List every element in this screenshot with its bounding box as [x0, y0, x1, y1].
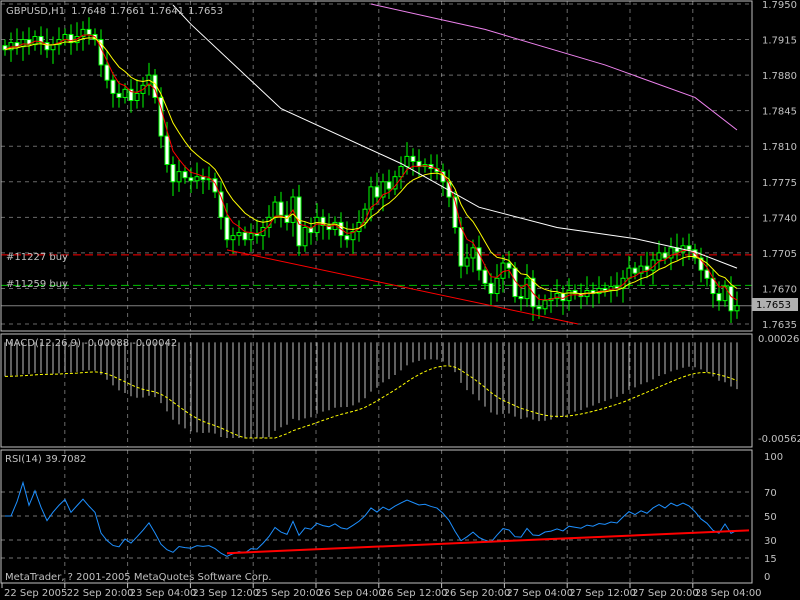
order-label-11227: #11227 buy [6, 252, 68, 263]
candle-bull [272, 201, 278, 218]
candle-bull [470, 247, 476, 259]
candle-bear [716, 293, 722, 302]
candle-bear [344, 235, 350, 241]
y-tick-label: 1.7775 [762, 178, 797, 189]
candle-bear [110, 79, 116, 94]
candle-bear [662, 252, 668, 259]
x-tick-label: 22 Sep 2005 [4, 588, 67, 599]
candle-bear [482, 269, 488, 284]
rsi-tick-label: 50 [764, 512, 777, 523]
candle-bear [182, 171, 188, 179]
candle-bull [32, 36, 38, 46]
candle-bear [632, 267, 638, 274]
candle-bull [656, 252, 662, 261]
macd-label: MACD(12,26,9) -0.00088 -0.00042 [5, 338, 177, 349]
x-tick-label: 26 Sep 12:00 [381, 588, 448, 599]
candle-bull [20, 39, 26, 48]
candle-bear [374, 186, 380, 198]
axes: 22 Sep 2005 22 Sep 20:0023 Sep 04:0023 Se… [0, 0, 797, 599]
y-tick-label: 1.7845 [762, 107, 797, 118]
candle-bear [686, 245, 692, 251]
candle-bear [410, 155, 416, 162]
candle-bull [122, 88, 128, 98]
chart-window[interactable]: 22 Sep 2005 22 Sep 20:0023 Sep 04:0023 Se… [0, 0, 800, 600]
x-tick-label: 27 Sep 20:00 [632, 588, 699, 599]
y-tick-label: 1.7880 [762, 71, 797, 82]
current-price-label: 1.7653 [756, 300, 791, 311]
candle-bull [62, 33, 68, 41]
candle-bear [704, 269, 710, 279]
candle-bull [398, 166, 404, 178]
x-tick-label: 27 Sep 12:00 [569, 588, 636, 599]
candle-bull [500, 262, 506, 279]
candle-bear [86, 28, 92, 35]
rsi-tick-label: 15 [764, 554, 777, 565]
candle-bull [404, 155, 410, 168]
candle-bull [734, 305, 740, 312]
candle-bull [542, 300, 548, 310]
candle-bull [176, 171, 182, 183]
candle-bear [116, 92, 122, 98]
chart-header: GBPUSD,H1 1.7648 1.7661 1.7641 1.7653 [6, 6, 223, 17]
price-panel[interactable] [1, 3, 752, 325]
candle-bear [488, 282, 494, 295]
candle-bear [164, 135, 170, 166]
rsi-label: RSI(14) 39.7082 [5, 454, 86, 465]
y-tick-label: 1.7915 [762, 36, 797, 47]
rsi-tick-label: 70 [764, 488, 777, 499]
x-tick-label: 23 Sep 12:00 [192, 588, 259, 599]
x-tick-label: 26 Sep 04:00 [318, 588, 385, 599]
x-tick-label: 22 Sep 20:00 [67, 588, 134, 599]
rsi-tick-label: 100 [764, 452, 783, 463]
candle-bear [536, 306, 542, 310]
order-label-11259: #11259 buy [6, 279, 68, 290]
candle-bull [134, 92, 140, 102]
candle-bear [104, 64, 110, 81]
y-tick-label: 1.7705 [762, 249, 797, 260]
y-tick-label: 1.7635 [762, 320, 797, 331]
copyright-text: MetaTrader, ? 2001-2005 MetaQuotes Softw… [5, 572, 271, 583]
candle-bull [248, 233, 254, 241]
candle-bull [626, 267, 632, 279]
rsi-line [5, 480, 738, 557]
x-tick-label: 27 Sep 04:00 [506, 588, 573, 599]
candle-bull [494, 277, 500, 295]
candle-bear [242, 232, 248, 241]
macd-max-label: 0.00026 [758, 334, 799, 345]
rsi-panel[interactable] [1, 480, 752, 559]
macd-min-label: -0.00562 [758, 434, 800, 445]
rsi-trendline [226, 529, 750, 555]
candle-bear [386, 181, 392, 190]
x-tick-label: 23 Sep 04:00 [130, 588, 197, 599]
rsi-tick-label: 30 [764, 536, 777, 547]
candle-bull [194, 176, 200, 182]
y-tick-label: 1.7740 [762, 213, 797, 224]
x-tick-label: 28 Sep 04:00 [695, 588, 762, 599]
rsi-tick-label: 0 [764, 572, 770, 583]
x-tick-label: 26 Sep 20:00 [444, 588, 511, 599]
candle-bear [188, 177, 194, 182]
candle-bear [560, 293, 566, 302]
candle-bull [236, 232, 242, 237]
candle-bull [230, 235, 236, 241]
candle-bull [524, 277, 530, 300]
candle-bear [728, 285, 734, 312]
candle-bear [458, 226, 464, 267]
macd-panel[interactable] [4, 342, 738, 439]
candle-bear [170, 164, 176, 183]
candle-bear [224, 216, 230, 241]
candle-bear [506, 262, 512, 269]
x-tick-label: 25 Sep 20:00 [255, 588, 322, 599]
candle-bear [278, 201, 284, 216]
candle-bull [464, 257, 470, 267]
y-tick-label: 1.7950 [762, 0, 797, 11]
candle-bear [200, 176, 206, 181]
candle-bear [518, 296, 524, 300]
candle-bear [644, 265, 650, 271]
candle-bull [302, 226, 308, 247]
y-tick-label: 1.7670 [762, 284, 797, 295]
y-tick-label: 1.7810 [762, 142, 797, 153]
